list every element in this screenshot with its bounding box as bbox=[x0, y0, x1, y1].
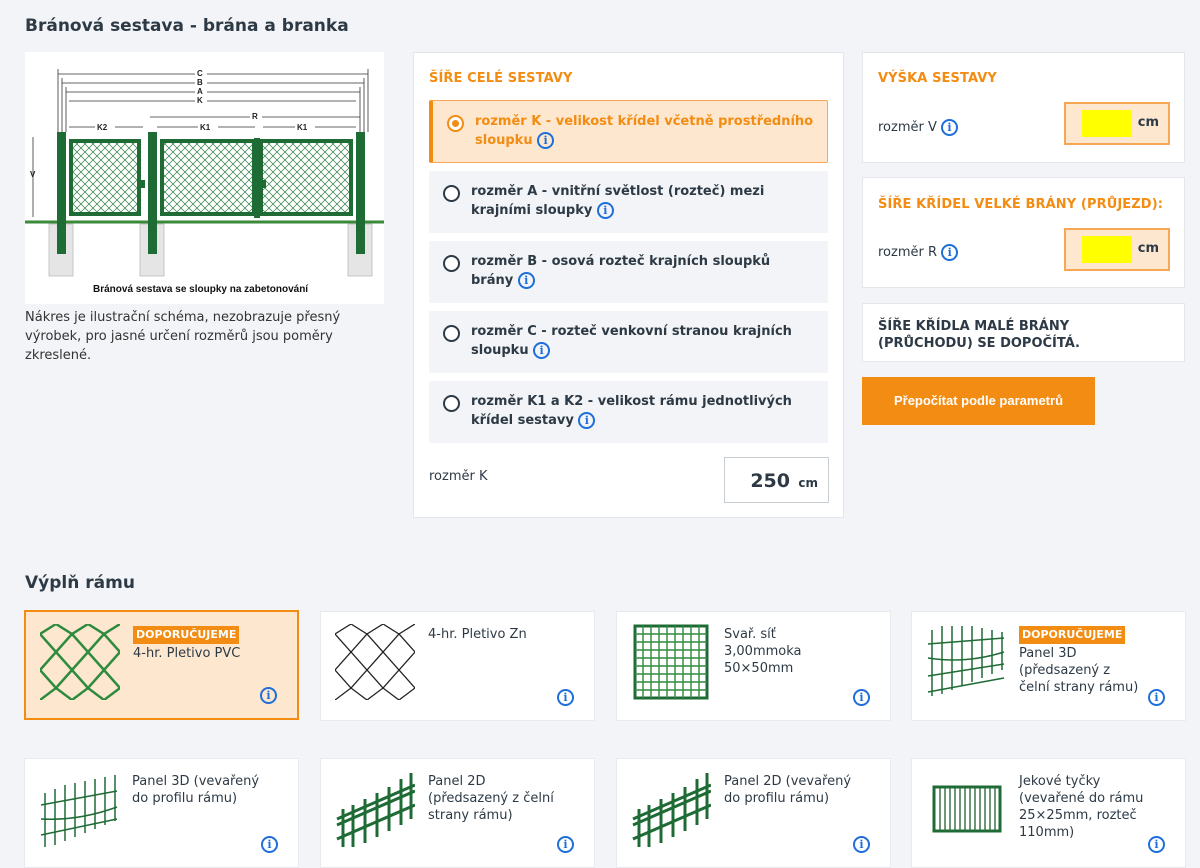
option-rozmer-b[interactable]: rozměr B - osová rozteč krajních sloupků… bbox=[429, 241, 828, 303]
fill-tile-pletivo-zn[interactable]: 4-hr. Pletivo Zn i bbox=[320, 611, 595, 721]
tile-name: Panel 2D (předsazený z čelní strany rámu… bbox=[428, 774, 554, 823]
tile-name: Svař. síť 3,00mmoka 50×50mm bbox=[724, 627, 802, 676]
radio-selected[interactable] bbox=[447, 115, 464, 132]
option-rozmer-k1-k2[interactable]: rozměr K1 a K2 - velikost rámu jednotliv… bbox=[429, 381, 828, 443]
dim-label-v: V bbox=[30, 170, 36, 179]
info-icon[interactable]: i bbox=[557, 689, 574, 706]
width-options-card: ŠÍŘE CELÉ SESTAVY rozměr K - velikost kř… bbox=[413, 52, 844, 518]
diagram-note: Nákres je ilustrační schéma, nezobrazuje… bbox=[25, 310, 341, 363]
dim-label-a: A bbox=[197, 87, 203, 96]
bars-icon bbox=[932, 785, 1002, 833]
radio-unselected[interactable] bbox=[443, 395, 460, 412]
info-icon[interactable]: i bbox=[578, 412, 596, 429]
wing-heading: ŠÍŘE KŘÍDEL VELKÉ BRÁNY (PRŮJEZD): bbox=[878, 197, 1164, 212]
chain-link-pvc-icon bbox=[40, 624, 120, 700]
wing-label-row: rozměr R i bbox=[878, 244, 959, 261]
gate-diagram: C B A K R K2 K1 K1 V Bránová sestava se … bbox=[25, 52, 384, 304]
option-label: rozměr K - velikost křídel včetně prostř… bbox=[475, 114, 814, 148]
option-rozmer-k[interactable]: rozměr K - velikost křídel včetně prostř… bbox=[429, 100, 828, 163]
option-rozmer-a[interactable]: rozměr A - vnitřní světlost (rozteč) mez… bbox=[429, 171, 828, 233]
dim-label-k: K bbox=[197, 96, 203, 105]
radio-unselected[interactable] bbox=[443, 185, 460, 202]
tile-name: Panel 3D (předsazený z čelní strany rámu… bbox=[1019, 646, 1139, 695]
info-icon[interactable]: i bbox=[1148, 836, 1165, 853]
info-icon[interactable]: i bbox=[941, 244, 959, 261]
tile-name: Panel 3D (vevařený do profilu rámu) bbox=[132, 774, 260, 806]
radio-unselected[interactable] bbox=[443, 325, 460, 342]
info-icon[interactable]: i bbox=[537, 132, 555, 149]
info-icon[interactable]: i bbox=[533, 342, 551, 359]
tile-name: 4-hr. Pletivo PVC bbox=[133, 646, 241, 661]
small-gate-text: ŠÍŘE KŘÍDLA MALÉ BRÁNY (PRŮCHODU) SE DOP… bbox=[878, 319, 1080, 351]
info-icon[interactable]: i bbox=[517, 272, 535, 289]
fill-tile-panel-3d-welded[interactable]: Panel 3D (vevařený do profilu rámu) i bbox=[24, 758, 299, 868]
info-icon[interactable]: i bbox=[853, 689, 870, 706]
height-input[interactable]: cm bbox=[1064, 102, 1170, 145]
panel-2d-icon bbox=[336, 773, 415, 847]
fill-tile-panel-2d-front[interactable]: Panel 2D (předsazený z čelní strany rámu… bbox=[320, 758, 595, 868]
page-title: Bránová sestava - brána a branka bbox=[25, 16, 349, 36]
tile-name: 4-hr. Pletivo Zn bbox=[428, 627, 527, 642]
tile-name: Panel 2D (vevařený do profilu rámu) bbox=[724, 774, 852, 806]
width-input[interactable]: 250 cm bbox=[724, 457, 829, 503]
dim-label-k1-left: K1 bbox=[200, 123, 211, 132]
option-label: rozměr B - osová rozteč krajních sloupků… bbox=[471, 254, 771, 288]
radio-unselected[interactable] bbox=[443, 255, 460, 272]
option-label: rozměr C - rozteč venkovní stranou krajn… bbox=[471, 324, 792, 358]
height-input-empty-highlight bbox=[1082, 110, 1132, 137]
info-icon[interactable]: i bbox=[853, 836, 870, 853]
width-value-label: rozměr K bbox=[429, 469, 488, 484]
wing-unit: cm bbox=[1137, 241, 1159, 256]
info-icon[interactable]: i bbox=[941, 119, 959, 136]
width-unit: cm bbox=[798, 476, 818, 490]
width-heading: ŠÍŘE CELÉ SESTAVY bbox=[429, 71, 573, 86]
chain-link-zn-icon bbox=[335, 624, 415, 700]
wing-input-empty-highlight bbox=[1082, 236, 1132, 263]
info-icon[interactable]: i bbox=[596, 202, 614, 219]
welded-mesh-icon bbox=[633, 624, 709, 700]
info-icon[interactable]: i bbox=[557, 836, 574, 853]
option-label: rozměr K1 a K2 - velikost rámu jednotliv… bbox=[471, 394, 792, 428]
section-divider bbox=[0, 540, 1200, 550]
wing-label: rozměr R bbox=[878, 245, 938, 260]
fill-tile-bars[interactable]: Jekové tyčky (vevařené do rámu 25×25mm, … bbox=[911, 758, 1186, 868]
width-value: 250 bbox=[750, 470, 790, 492]
configurator-top: Bránová sestava - brána a branka C B A K… bbox=[0, 0, 1200, 540]
fill-section-title: Výplň rámu bbox=[25, 573, 135, 593]
height-label-row: rozměr V i bbox=[878, 119, 959, 136]
dim-label-c: C bbox=[197, 69, 203, 78]
panel-3d-icon bbox=[40, 775, 118, 847]
diagram-caption: Bránová sestava se sloupky na zabetonová… bbox=[93, 284, 309, 295]
small-gate-card: ŠÍŘE KŘÍDLA MALÉ BRÁNY (PRŮCHODU) SE DOP… bbox=[862, 303, 1185, 362]
wing-width-card: ŠÍŘE KŘÍDEL VELKÉ BRÁNY (PRŮJEZD): rozmě… bbox=[862, 177, 1185, 288]
recommended-badge: DOPORUČUJEME bbox=[1019, 626, 1126, 644]
gate-schematic-image: C B A K R K2 K1 K1 V Bránová sestava se … bbox=[25, 69, 384, 295]
dim-label-k2: K2 bbox=[97, 123, 108, 132]
tile-name: Jekové tyčky (vevařené do rámu 25×25mm, … bbox=[1019, 774, 1144, 840]
panel-3d-icon bbox=[927, 626, 1005, 696]
info-icon[interactable]: i bbox=[261, 836, 278, 853]
info-icon[interactable]: i bbox=[260, 687, 277, 704]
fill-tile-pletivo-pvc[interactable]: DOPORUČUJEME 4-hr. Pletivo PVC i bbox=[24, 610, 299, 720]
dim-label-r: R bbox=[252, 112, 258, 121]
dim-label-k1-right: K1 bbox=[297, 123, 308, 132]
fill-tile-panel-3d-front[interactable]: DOPORUČUJEME Panel 3D (předsazený z čelní… bbox=[911, 611, 1186, 721]
dim-label-b: B bbox=[197, 78, 203, 87]
height-card: VÝŠKA SESTAVY rozměr V i cm bbox=[862, 52, 1185, 163]
info-icon[interactable]: i bbox=[1148, 689, 1165, 706]
recommended-badge: DOPORUČUJEME bbox=[133, 626, 240, 644]
option-rozmer-c[interactable]: rozměr C - rozteč venkovní stranou krajn… bbox=[429, 311, 828, 373]
height-label: rozměr V bbox=[878, 120, 937, 135]
option-label: rozměr A - vnitřní světlost (rozteč) mez… bbox=[471, 184, 765, 218]
wing-input[interactable]: cm bbox=[1064, 228, 1170, 271]
fill-tile-panel-2d-welded[interactable]: Panel 2D (vevařený do profilu rámu) i bbox=[616, 758, 891, 868]
height-unit: cm bbox=[1137, 115, 1159, 130]
fill-tile-welded-mesh[interactable]: Svař. síť 3,00mmoka 50×50mm i bbox=[616, 611, 891, 721]
height-heading: VÝŠKA SESTAVY bbox=[878, 71, 997, 86]
recalculate-button[interactable]: Přepočítat podle parametrů bbox=[862, 377, 1095, 425]
panel-2d-icon bbox=[632, 773, 711, 847]
